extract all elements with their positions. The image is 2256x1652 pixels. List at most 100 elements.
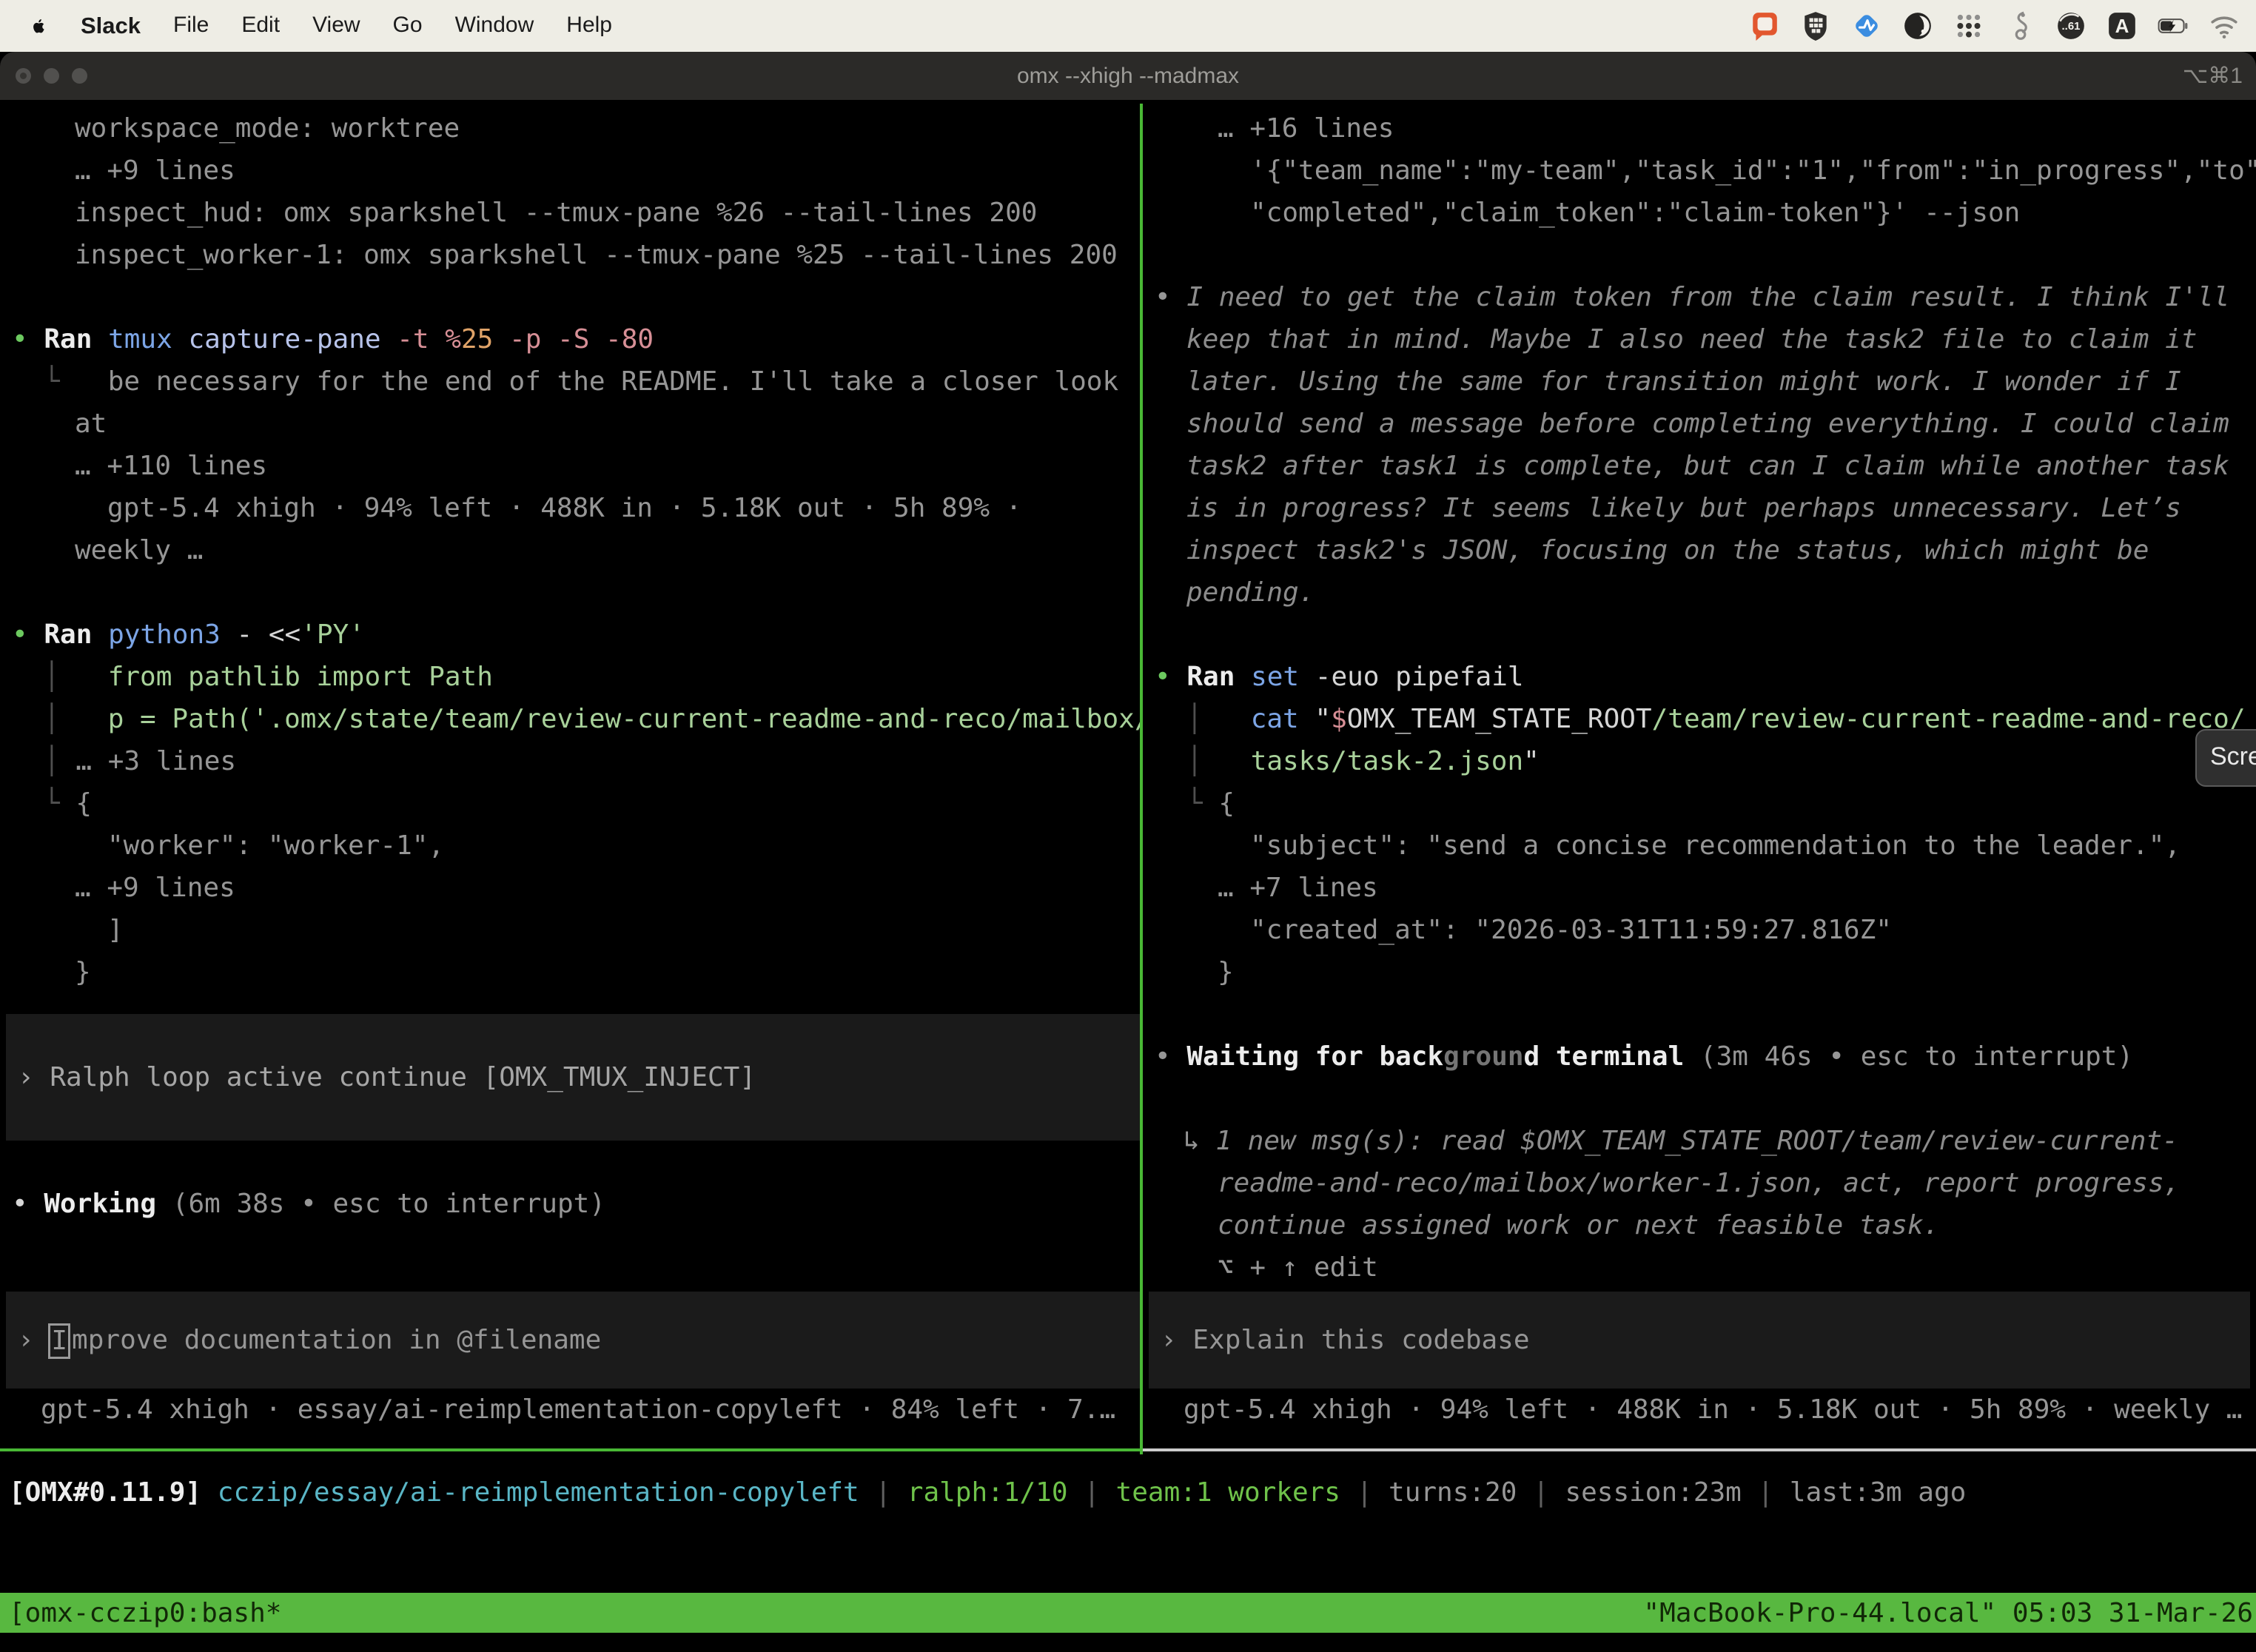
terminal-line: workspace_mode: worktree: [0, 107, 1140, 150]
terminal-line: • I need to get the claim token from the…: [1143, 276, 2256, 318]
terminal-line: … +9 lines: [0, 150, 1140, 192]
left-pane-status-line: gpt-5.4 xhigh · essay/ai-reimplementatio…: [0, 1389, 1140, 1431]
crescent-circle-icon[interactable]: [1902, 10, 1933, 41]
screen-tooltip: Scre: [2195, 729, 2256, 787]
slack-badge-icon[interactable]: [1749, 10, 1780, 41]
terminal-line: gpt-5.4 xhigh · essay/ai-reimplementatio…: [0, 1389, 1140, 1431]
terminal-line: readme-and-reco/mailbox/worker-1.json, a…: [1143, 1162, 2256, 1204]
badge-61-icon-label: ..61: [2055, 10, 2087, 41]
left-terminal-pane[interactable]: workspace_mode: worktree… +9 linesinspec…: [0, 100, 1140, 1456]
right-pane-status-line: gpt-5.4 xhigh · 94% left · 488K in · 5.1…: [1143, 1389, 2256, 1431]
menu-item-window[interactable]: Window: [455, 13, 534, 39]
right-terminal-pane[interactable]: … +16 lines'{"team_name":"my-team","task…: [1143, 100, 2256, 1456]
left-input-text: › Improve documentation in @filename: [6, 1292, 1140, 1389]
shield-grid-icon[interactable]: [1800, 10, 1831, 41]
terminal-line: task2 after task1 is complete, but can I…: [1143, 445, 2256, 487]
terminal-line: [1143, 993, 2256, 1035]
terminal-line: … +16 lines: [1143, 107, 2256, 150]
terminal-line: … +9 lines: [0, 867, 1140, 909]
tmux-session-window: [omx-cczip0:bash*: [0, 1598, 281, 1628]
terminal-line: is in progress? It seems likely but perh…: [1143, 487, 2256, 529]
pane-divider-horizontal-left[interactable]: [0, 1448, 1140, 1451]
terminal-line: └ be necessary for the end of the README…: [0, 360, 1140, 403]
menu-item-go[interactable]: Go: [393, 13, 423, 39]
menu-bar-status-icons: ..61 A: [1749, 10, 2256, 41]
terminal-line: weekly …: [0, 529, 1140, 571]
terminal-line: │ cat "$OMX_TEAM_STATE_ROOT/team/review-…: [1143, 698, 2256, 740]
terminal-line: │ tasks/task-2.json": [1143, 740, 2256, 782]
menu-bar: Slack File Edit View Go Window Help ..61 A: [0, 0, 2256, 52]
squiggle-icon[interactable]: [2004, 10, 2035, 41]
ralph-loop-banner: › Ralph loop active continue [OMX_TMUX_I…: [6, 1014, 1140, 1141]
terminal-line: • Ran set -euo pipefail: [1143, 656, 2256, 698]
tmux-host-clock: "MacBook-Pro-44.local" 05:03 31-Mar-26: [1643, 1598, 2256, 1628]
terminal-line: • Working (6m 38s • esc to interrupt): [0, 1183, 1140, 1225]
terminal-line: continue assigned work or next feasible …: [1143, 1204, 2256, 1246]
terminal-line: [0, 276, 1140, 318]
terminal-line: }: [0, 951, 1140, 993]
window-title-bar: omx --xhigh --madmax ⌥⌘1: [0, 52, 2256, 100]
terminal-line: • Waiting for background terminal (3m 46…: [1143, 1035, 2256, 1078]
terminal-line: • Ran tmux capture-pane -t %25 -p -S -80: [0, 318, 1140, 360]
terminal-line: keep that in mind. Maybe I also need the…: [1143, 318, 2256, 360]
terminal-line: gpt-5.4 xhigh · 94% left · 488K in · 5.1…: [1143, 1389, 2256, 1431]
terminal-line: [0, 571, 1140, 614]
terminal-line: └ {: [0, 782, 1140, 825]
terminal-line: [1143, 614, 2256, 656]
menu-item-slack[interactable]: Slack: [81, 13, 141, 39]
terminal-line: later. Using the same for transition mig…: [1143, 360, 2256, 403]
terminal-line: ⌥ + ↑ edit: [1143, 1246, 2256, 1289]
menu-bar-left: Slack File Edit View Go Window Help: [0, 13, 612, 39]
terminal-line: }: [1143, 951, 2256, 993]
terminal-line: '{"team_name":"my-team","task_id":"1","f…: [1143, 150, 2256, 192]
terminal-line: gpt-5.4 xhigh · 94% left · 488K in · 5.1…: [0, 487, 1140, 529]
badge-61-icon[interactable]: ..61: [2055, 10, 2087, 41]
terminal-line: │ p = Path('.omx/state/team/review-curre…: [0, 698, 1140, 740]
right-input-box[interactable]: › Explain this codebase: [1149, 1292, 2250, 1389]
window-shortcut-hint: ⌥⌘1: [2183, 52, 2243, 100]
ralph-loop-banner-text: › Ralph loop active continue [OMX_TMUX_I…: [6, 1014, 1140, 1141]
left-pane-working-status: • Working (6m 38s • esc to interrupt): [0, 1183, 1140, 1225]
apple-icon[interactable]: [28, 16, 48, 36]
left-input-box[interactable]: › Improve documentation in @filename: [6, 1292, 1140, 1389]
a-square-icon[interactable]: A: [2106, 10, 2138, 41]
terminal-line: └ {: [1143, 782, 2256, 825]
terminal-line: ↳ 1 new msg(s): read $OMX_TEAM_STATE_ROO…: [1143, 1120, 2256, 1162]
left-pane-output: workspace_mode: worktree… +9 linesinspec…: [0, 107, 1140, 993]
terminal-line: "completed","claim_token":"claim-token"}…: [1143, 192, 2256, 234]
terminal-line: inspect_worker-1: omx sparkshell --tmux-…: [0, 234, 1140, 276]
terminal-line: ]: [0, 909, 1140, 951]
terminal-line: inspect task2's JSON, focusing on the st…: [1143, 529, 2256, 571]
right-pane-output: … +16 lines'{"team_name":"my-team","task…: [1143, 107, 2256, 1289]
menu-item-file[interactable]: File: [173, 13, 209, 39]
terminal-line: • Ran python3 - <<'PY': [0, 614, 1140, 656]
menu-item-view[interactable]: View: [312, 13, 360, 39]
terminal-line: │ … +3 lines: [0, 740, 1140, 782]
terminal-line: pending.: [1143, 571, 2256, 614]
terminal-line: "worker": "worker-1",: [0, 825, 1140, 867]
wifi-icon[interactable]: [2209, 10, 2240, 41]
omx-status-line: [OMX#0.11.9] cczip/essay/ai-reimplementa…: [0, 1471, 2256, 1514]
terminal-line: "created_at": "2026-03-31T11:59:27.816Z": [1143, 909, 2256, 951]
terminal-line: inspect_hud: omx sparkshell --tmux-pane …: [0, 192, 1140, 234]
battery-icon[interactable]: [2158, 10, 2189, 41]
terminal-line: … +7 lines: [1143, 867, 2256, 909]
right-input-text: › Explain this codebase: [1149, 1292, 2250, 1389]
terminal-line: … +110 lines: [0, 445, 1140, 487]
pane-divider-horizontal-right[interactable]: [1143, 1448, 2256, 1451]
a-square-icon-label: A: [2106, 10, 2138, 41]
tmux-status-bar: [omx-cczip0:bash* "MacBook-Pro-44.local"…: [0, 1593, 2256, 1633]
terminal-line: should send a message before completing …: [1143, 403, 2256, 445]
terminal-line: "subject": "send a concise recommendatio…: [1143, 825, 2256, 867]
pane-divider-vertical[interactable]: [1140, 104, 1143, 1454]
terminal-line: [1143, 234, 2256, 276]
terminal: workspace_mode: worktree… +9 linesinspec…: [0, 100, 2256, 1652]
menu-items: Slack File Edit View Go Window Help: [81, 13, 612, 39]
menu-item-help[interactable]: Help: [566, 13, 612, 39]
menu-item-edit[interactable]: Edit: [241, 13, 280, 39]
terminal-line: │ from pathlib import Path: [0, 656, 1140, 698]
blue-pulse-icon[interactable]: [1851, 10, 1882, 41]
terminal-line: [1143, 1078, 2256, 1120]
dots-grid-icon[interactable]: [1953, 10, 1984, 41]
window-title: omx --xhigh --madmax: [0, 52, 2256, 100]
